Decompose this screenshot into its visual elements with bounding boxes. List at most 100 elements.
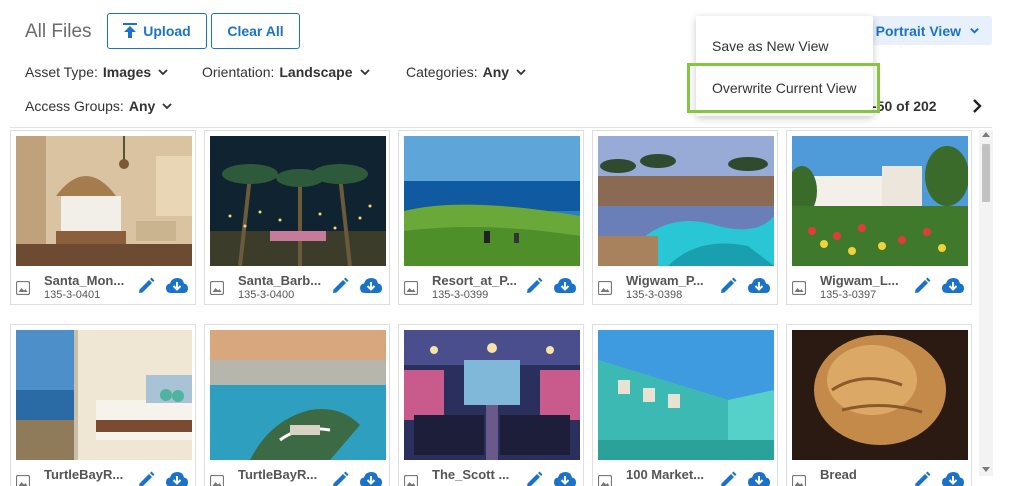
asset-thumbnail[interactable]: [792, 136, 968, 266]
chevron-down-icon: [158, 69, 168, 76]
divider: [10, 127, 992, 128]
asset-info: Resort_at_P... 135-3-0399: [399, 267, 583, 307]
upload-button[interactable]: Upload: [107, 13, 207, 49]
edit-pencil-icon[interactable]: [137, 277, 155, 295]
asset-info: The_Scott ...: [399, 461, 583, 486]
scrollbar[interactable]: [979, 130, 993, 476]
access-groups-filter[interactable]: Access Groups: Any: [25, 98, 173, 114]
cloud-download-icon[interactable]: [165, 276, 189, 296]
edit-pencil-icon[interactable]: [331, 277, 349, 295]
asset-card[interactable]: Resort_at_P... 135-3-0399: [398, 130, 584, 305]
asset-code: 135-3-0401: [44, 289, 101, 301]
asset-card[interactable]: Wigwam_L... 135-3-0397: [786, 130, 972, 305]
edit-pencil-icon[interactable]: [719, 471, 737, 486]
asset-thumbnail[interactable]: [404, 136, 580, 266]
asset-code: 135-3-0397: [820, 289, 877, 301]
cloud-download-icon[interactable]: [165, 470, 189, 486]
asset-info: 100 Market...: [593, 461, 777, 486]
menu-item-save-as-new-view[interactable]: Save as New View: [712, 38, 828, 54]
asset-info: Bread: [787, 461, 971, 486]
edit-pencil-icon[interactable]: [525, 471, 543, 486]
asset-name: Santa_Mon...: [44, 273, 125, 288]
asset-thumbnail[interactable]: [210, 330, 386, 460]
chevron-down-icon: [516, 69, 526, 76]
chevron-down-icon: [970, 28, 979, 34]
upload-label: Upload: [143, 23, 191, 39]
asset-card[interactable]: TurtleBayR...: [10, 324, 196, 486]
cloud-download-icon[interactable]: [359, 276, 383, 296]
filter-label: Asset Type:: [25, 64, 98, 80]
asset-code: 135-3-0399: [432, 289, 489, 301]
filter-label: Orientation:: [202, 64, 275, 80]
image-type-icon: [404, 475, 418, 486]
asset-code: 135-3-0400: [238, 289, 295, 301]
asset-type-filter[interactable]: Asset Type: Images: [25, 64, 169, 80]
asset-card[interactable]: Santa_Barb... 135-3-0400: [204, 130, 390, 305]
image-type-icon: [598, 281, 612, 295]
edit-pencil-icon[interactable]: [525, 277, 543, 295]
asset-thumbnail[interactable]: [598, 136, 774, 266]
scroll-thumb[interactable]: [982, 144, 990, 202]
asset-info: Wigwam_P... 135-3-0398: [593, 267, 777, 307]
asset-card[interactable]: TurtleBayR...: [204, 324, 390, 486]
clear-all-button[interactable]: Clear All: [211, 13, 300, 49]
cloud-download-icon[interactable]: [941, 276, 965, 296]
edit-pencil-icon[interactable]: [331, 471, 349, 486]
asset-name: Bread: [820, 467, 857, 482]
orientation-filter[interactable]: Orientation: Landscape: [202, 64, 371, 80]
edit-pencil-icon[interactable]: [913, 471, 931, 486]
clear-all-label: Clear All: [227, 23, 284, 39]
asset-thumbnail[interactable]: [16, 136, 192, 266]
asset-info: TurtleBayR...: [205, 461, 389, 486]
asset-thumbnail[interactable]: [792, 330, 968, 460]
image-type-icon: [404, 281, 418, 295]
view-label: Portrait View: [875, 22, 961, 39]
image-type-icon: [792, 475, 806, 486]
cloud-download-icon[interactable]: [359, 470, 383, 486]
filter-value: Images: [102, 64, 152, 80]
asset-card[interactable]: Bread: [786, 324, 972, 486]
asset-thumbnail[interactable]: [16, 330, 192, 460]
edit-pencil-icon[interactable]: [719, 277, 737, 295]
cloud-download-icon[interactable]: [941, 470, 965, 486]
asset-info: Santa_Mon... 135-3-0401: [11, 267, 195, 307]
pagination-count: -50 of 202: [872, 98, 937, 114]
asset-name: Wigwam_L...: [820, 273, 899, 288]
upload-icon: [123, 23, 138, 38]
asset-card[interactable]: Wigwam_P... 135-3-0398: [592, 130, 778, 305]
image-type-icon: [210, 475, 224, 486]
image-type-icon: [210, 281, 224, 295]
asset-thumbnail[interactable]: [210, 136, 386, 266]
asset-card[interactable]: The_Scott ...: [398, 324, 584, 486]
image-type-icon: [598, 475, 612, 486]
asset-card[interactable]: Santa_Mon... 135-3-0401: [10, 130, 196, 305]
edit-pencil-icon[interactable]: [137, 471, 155, 486]
asset-card[interactable]: 100 Market...: [592, 324, 778, 486]
filter-value: Landscape: [279, 64, 353, 80]
chevron-right-icon[interactable]: [970, 98, 984, 114]
filter-value: Any: [128, 98, 156, 114]
chevron-down-icon: [162, 103, 172, 110]
edit-pencil-icon[interactable]: [913, 277, 931, 295]
asset-info: Wigwam_L... 135-3-0397: [787, 267, 971, 307]
cloud-download-icon[interactable]: [553, 276, 577, 296]
view-selector-button[interactable]: Portrait View: [866, 16, 992, 45]
page-title: All Files: [25, 21, 92, 42]
cloud-download-icon[interactable]: [747, 276, 771, 296]
image-type-icon: [792, 281, 806, 295]
cloud-download-icon[interactable]: [553, 470, 577, 486]
asset-name: Santa_Barb...: [238, 273, 322, 288]
highlight-box: [687, 63, 880, 113]
scroll-up-arrow[interactable]: [982, 132, 990, 137]
categories-filter[interactable]: Categories: Any: [406, 64, 527, 80]
asset-thumbnail[interactable]: [598, 330, 774, 460]
scroll-down-arrow[interactable]: [982, 467, 990, 472]
asset-info: TurtleBayR...: [11, 461, 195, 486]
filter-label: Categories:: [406, 64, 478, 80]
cloud-download-icon[interactable]: [747, 470, 771, 486]
asset-thumbnail[interactable]: [404, 330, 580, 460]
image-type-icon: [16, 475, 30, 486]
filter-value: Any: [482, 64, 510, 80]
image-type-icon: [16, 281, 30, 295]
chevron-down-icon: [359, 69, 370, 76]
